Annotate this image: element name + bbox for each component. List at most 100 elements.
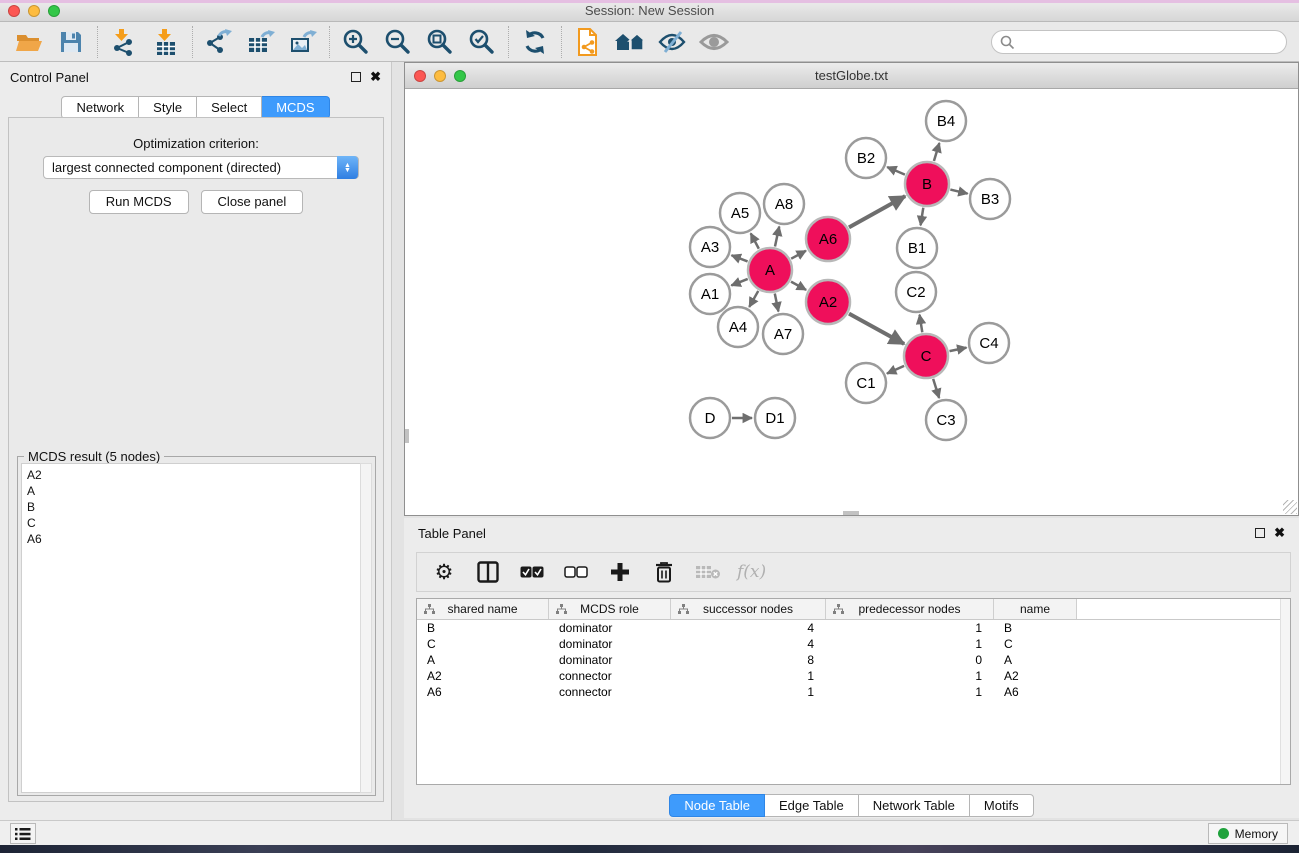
edge-A-A1[interactable] (731, 279, 747, 286)
delete-column-trash-icon[interactable] (649, 557, 679, 587)
node-B2[interactable]: B2 (846, 138, 886, 178)
column-header-shared-name[interactable]: shared name (417, 599, 549, 619)
mcds-result-item[interactable]: A6 (27, 531, 356, 547)
table-row[interactable]: Bdominator41B (417, 620, 1290, 636)
tab-style[interactable]: Style (139, 96, 197, 119)
float-panel-icon[interactable] (351, 72, 361, 82)
edge-C-C4[interactable] (950, 348, 967, 352)
node-A7[interactable]: A7 (763, 314, 803, 354)
table-scrollbar[interactable] (1280, 599, 1290, 784)
node-A2[interactable]: A2 (806, 280, 850, 324)
close-table-panel-icon[interactable]: ✖ (1274, 528, 1285, 538)
edge-A2-C[interactable] (849, 314, 904, 344)
tab-network[interactable]: Network (61, 96, 139, 119)
apply-function-icon[interactable]: f(x) (737, 557, 766, 587)
node-A1[interactable]: A1 (690, 274, 730, 314)
column-header-MCDS-role[interactable]: MCDS role (549, 599, 671, 619)
node-D1[interactable]: D1 (755, 398, 795, 438)
export-image-icon[interactable] (282, 25, 324, 59)
save-session-icon[interactable] (50, 25, 92, 59)
mcds-result-item[interactable]: A2 (27, 467, 356, 483)
node-A5[interactable]: A5 (720, 193, 760, 233)
zoom-selected-icon[interactable] (461, 25, 503, 59)
node-C2[interactable]: C2 (896, 272, 936, 312)
zoom-out-icon[interactable] (377, 25, 419, 59)
edge-B-B2[interactable] (887, 167, 905, 175)
delete-table-icon[interactable] (693, 557, 723, 587)
mcds-result-item[interactable]: C (27, 515, 356, 531)
deselect-all-columns-icon[interactable] (561, 557, 591, 587)
node-C1[interactable]: C1 (846, 363, 886, 403)
edge-A-A2[interactable] (791, 282, 806, 290)
tab-edge-table[interactable]: Edge Table (765, 794, 859, 817)
new-network-from-file-icon[interactable] (567, 25, 609, 59)
float-table-panel-icon[interactable] (1255, 528, 1265, 538)
edge-C-C3[interactable] (933, 379, 939, 398)
home-icon[interactable] (609, 25, 651, 59)
network-close-button[interactable] (414, 70, 426, 82)
edge-A-A5[interactable] (751, 233, 759, 248)
table-row[interactable]: A2connector11A2 (417, 668, 1290, 684)
edge-B-B3[interactable] (950, 190, 967, 194)
minimize-window-button[interactable] (28, 5, 40, 17)
export-network-icon[interactable] (198, 25, 240, 59)
edge-A-A6[interactable] (791, 251, 806, 259)
node-B1[interactable]: B1 (897, 228, 937, 268)
settings-gear-icon[interactable]: ⚙ (429, 557, 459, 587)
node-C[interactable]: C (904, 334, 948, 378)
network-minimize-button[interactable] (434, 70, 446, 82)
column-header-predecessor-nodes[interactable]: predecessor nodes (826, 599, 994, 619)
tab-motifs[interactable]: Motifs (970, 794, 1034, 817)
tab-mcds[interactable]: MCDS (262, 96, 329, 119)
column-layout-icon[interactable] (473, 557, 503, 587)
network-horizontal-scroll-nub[interactable] (843, 511, 859, 515)
close-panel-button[interactable]: Close panel (201, 190, 304, 214)
open-session-icon[interactable] (8, 25, 50, 59)
node-A3[interactable]: A3 (690, 227, 730, 267)
node-A8[interactable]: A8 (764, 184, 804, 224)
tab-node-table[interactable]: Node Table (669, 794, 765, 817)
add-column-icon[interactable] (605, 557, 635, 587)
column-header-name[interactable]: name (994, 599, 1077, 619)
mcds-result-scrollbar[interactable] (360, 463, 372, 793)
node-table[interactable]: shared nameMCDS rolesuccessor nodesprede… (416, 598, 1291, 785)
mcds-result-item[interactable]: A (27, 483, 356, 499)
edge-A-A7[interactable] (775, 294, 779, 312)
hide-details-eye-slash-icon[interactable] (651, 25, 693, 59)
export-table-icon[interactable] (240, 25, 282, 59)
network-zoom-button[interactable] (454, 70, 466, 82)
tab-network-table[interactable]: Network Table (859, 794, 970, 817)
optimization-criterion-select[interactable]: largest connected component (directed) ▲… (43, 156, 359, 179)
close-panel-icon[interactable]: ✖ (370, 72, 381, 82)
close-window-button[interactable] (8, 5, 20, 17)
import-network-icon[interactable] (103, 25, 145, 59)
mcds-result-list[interactable]: A2ABCA6 (21, 463, 362, 793)
node-B3[interactable]: B3 (970, 179, 1010, 219)
node-D[interactable]: D (690, 398, 730, 438)
zoom-in-icon[interactable] (335, 25, 377, 59)
select-all-columns-icon[interactable] (517, 557, 547, 587)
node-A4[interactable]: A4 (718, 307, 758, 347)
search-input[interactable] (991, 30, 1287, 54)
edge-A-A3[interactable] (731, 255, 747, 261)
tab-select[interactable]: Select (197, 96, 262, 119)
import-table-icon[interactable] (145, 25, 187, 59)
memory-button[interactable]: Memory (1208, 823, 1288, 844)
network-window-titlebar[interactable]: testGlobe.txt (405, 63, 1298, 89)
table-row[interactable]: A6connector11A6 (417, 684, 1290, 700)
node-B4[interactable]: B4 (926, 101, 966, 141)
table-row[interactable]: Adominator80A (417, 652, 1290, 668)
edge-A-A4[interactable] (749, 291, 758, 307)
network-vertical-scroll-nub[interactable] (405, 429, 409, 443)
run-mcds-button[interactable]: Run MCDS (89, 190, 189, 214)
task-history-button[interactable] (10, 823, 36, 844)
edge-A6-B[interactable] (849, 196, 905, 227)
mcds-result-item[interactable]: B (27, 499, 356, 515)
refresh-icon[interactable] (514, 25, 556, 59)
column-header-successor-nodes[interactable]: successor nodes (671, 599, 826, 619)
edge-A-A8[interactable] (775, 226, 779, 246)
node-A6[interactable]: A6 (806, 217, 850, 261)
node-C4[interactable]: C4 (969, 323, 1009, 363)
window-resize-grip[interactable] (1283, 500, 1297, 514)
table-row[interactable]: Cdominator41C (417, 636, 1290, 652)
